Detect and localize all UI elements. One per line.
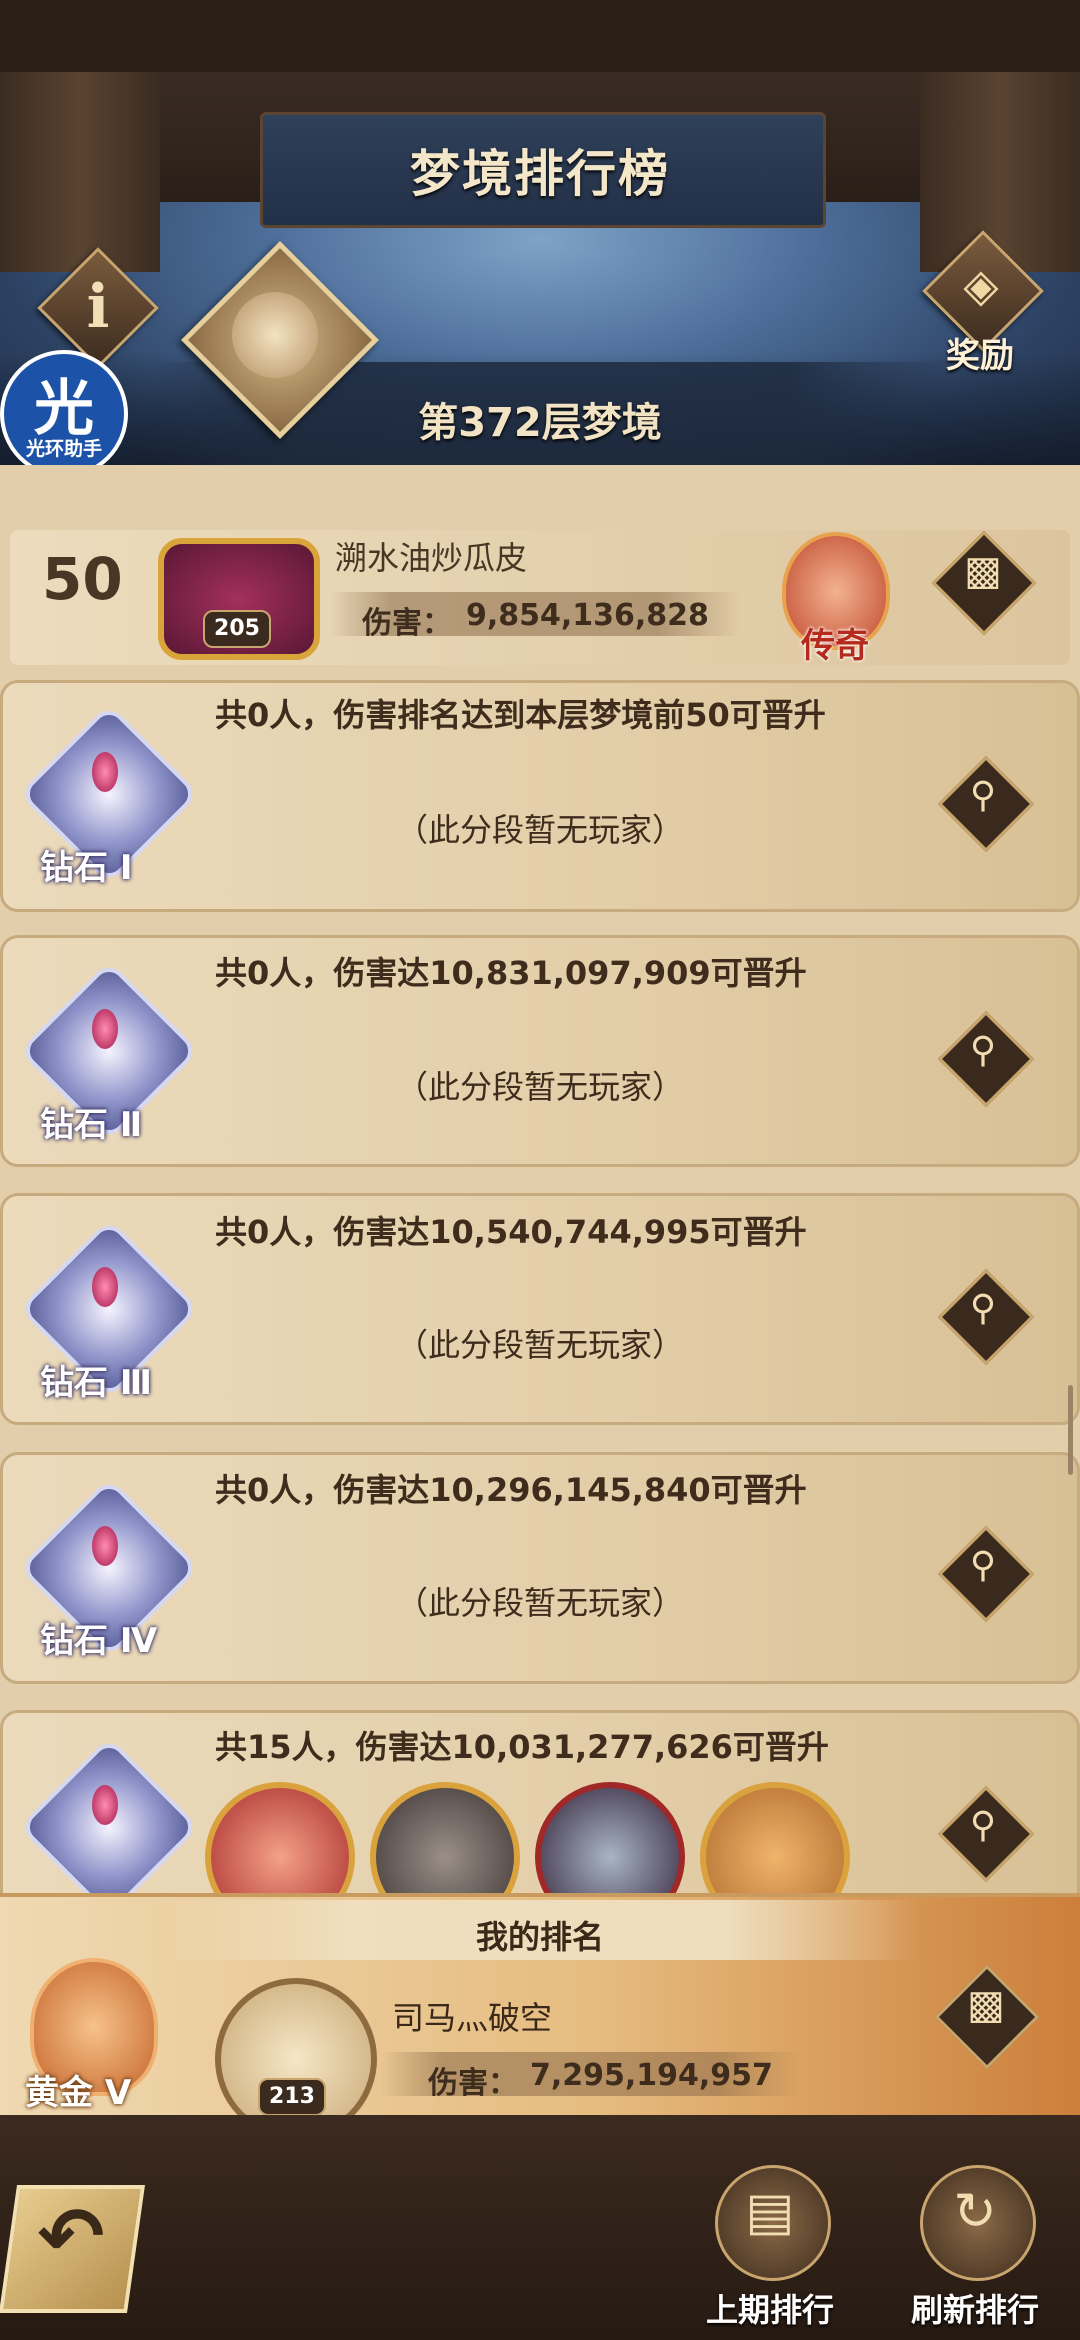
- treasure-chest-icon: ◈: [963, 258, 999, 312]
- info-icon: i: [86, 272, 110, 342]
- tier-name: 钻石 Ⅳ: [40, 1621, 158, 1661]
- my-damage-value: 7,295,194,957: [530, 2058, 773, 2093]
- header-banner: 梦境排行榜 第372层梦境: [0, 72, 1080, 492]
- my-rank-title: 我的排名: [475, 1918, 604, 1956]
- player-level-badge: 205: [203, 610, 271, 648]
- emblem-gem: [92, 1267, 118, 1307]
- search-icon: ⚲: [969, 775, 997, 816]
- floor-badge-emblem: [232, 292, 318, 378]
- reward-label[interactable]: 奖励: [930, 328, 1030, 377]
- tier-requirement: 共0人，伤害达10,296,145,840可晋升: [215, 1471, 807, 1509]
- rank-number: 50: [42, 545, 123, 613]
- tier-requirement: 共0人，伤害排名达到本层梦境前50可晋升: [215, 696, 826, 734]
- search-icon: ⚲: [969, 1030, 997, 1071]
- helper-overlay-badge[interactable]: 光 光环助手: [0, 350, 128, 478]
- tier-name: 钻石 Ⅰ: [40, 848, 133, 888]
- tier-name: 钻石 Ⅱ: [40, 1105, 143, 1145]
- emblem-gem: [92, 1009, 118, 1049]
- my-player-name: 司马灬破空: [392, 1999, 553, 2037]
- previous-ranking-label[interactable]: 上期排行: [670, 2285, 870, 2331]
- scroll-icon: ▤: [745, 2182, 795, 2242]
- damage-label: 伤害：: [362, 606, 452, 641]
- legend-tier-label: 传奇: [801, 626, 869, 666]
- tier-name: 钻石 Ⅲ: [40, 1363, 152, 1403]
- my-damage-label: 伤害：: [428, 2066, 518, 2101]
- tier-requirement: 共15人，伤害达10,031,277,626可晋升: [215, 1728, 829, 1766]
- tier-requirement: 共0人，伤害达10,540,744,995可晋升: [215, 1213, 807, 1251]
- search-icon: ⚲: [969, 1288, 997, 1329]
- floor-label: 第372层梦境: [418, 400, 662, 446]
- search-icon: ⚲: [969, 1805, 997, 1846]
- bar-chart-icon: ▩: [967, 1982, 1005, 2028]
- emblem-gem: [92, 752, 118, 792]
- right-pillar: [920, 72, 1080, 272]
- left-pillar: [0, 72, 160, 272]
- player-name: 溯水油炒瓜皮: [335, 539, 528, 577]
- emblem-gem: [92, 1785, 118, 1825]
- helper-badge-text: 光环助手: [25, 438, 102, 460]
- status-bar: [0, 0, 1080, 72]
- search-icon: ⚲: [969, 1545, 997, 1586]
- refresh-icon: ↻: [953, 2182, 997, 2242]
- bar-chart-icon: ▩: [964, 548, 1002, 594]
- back-arrow-icon: ↶: [37, 2190, 105, 2283]
- refresh-ranking-label[interactable]: 刷新排行: [875, 2285, 1075, 2331]
- tier-requirement: 共0人，伤害达10,831,097,909可晋升: [215, 954, 807, 992]
- page-title: 梦境排行榜: [410, 145, 670, 203]
- emblem-gem: [92, 1526, 118, 1566]
- my-tier-name: 黄金 Ⅴ: [25, 2073, 132, 2113]
- damage-value: 9,854,136,828: [466, 598, 709, 633]
- scrollbar-thumb[interactable]: [1068, 1385, 1073, 1475]
- my-level-badge: 213: [258, 2078, 326, 2116]
